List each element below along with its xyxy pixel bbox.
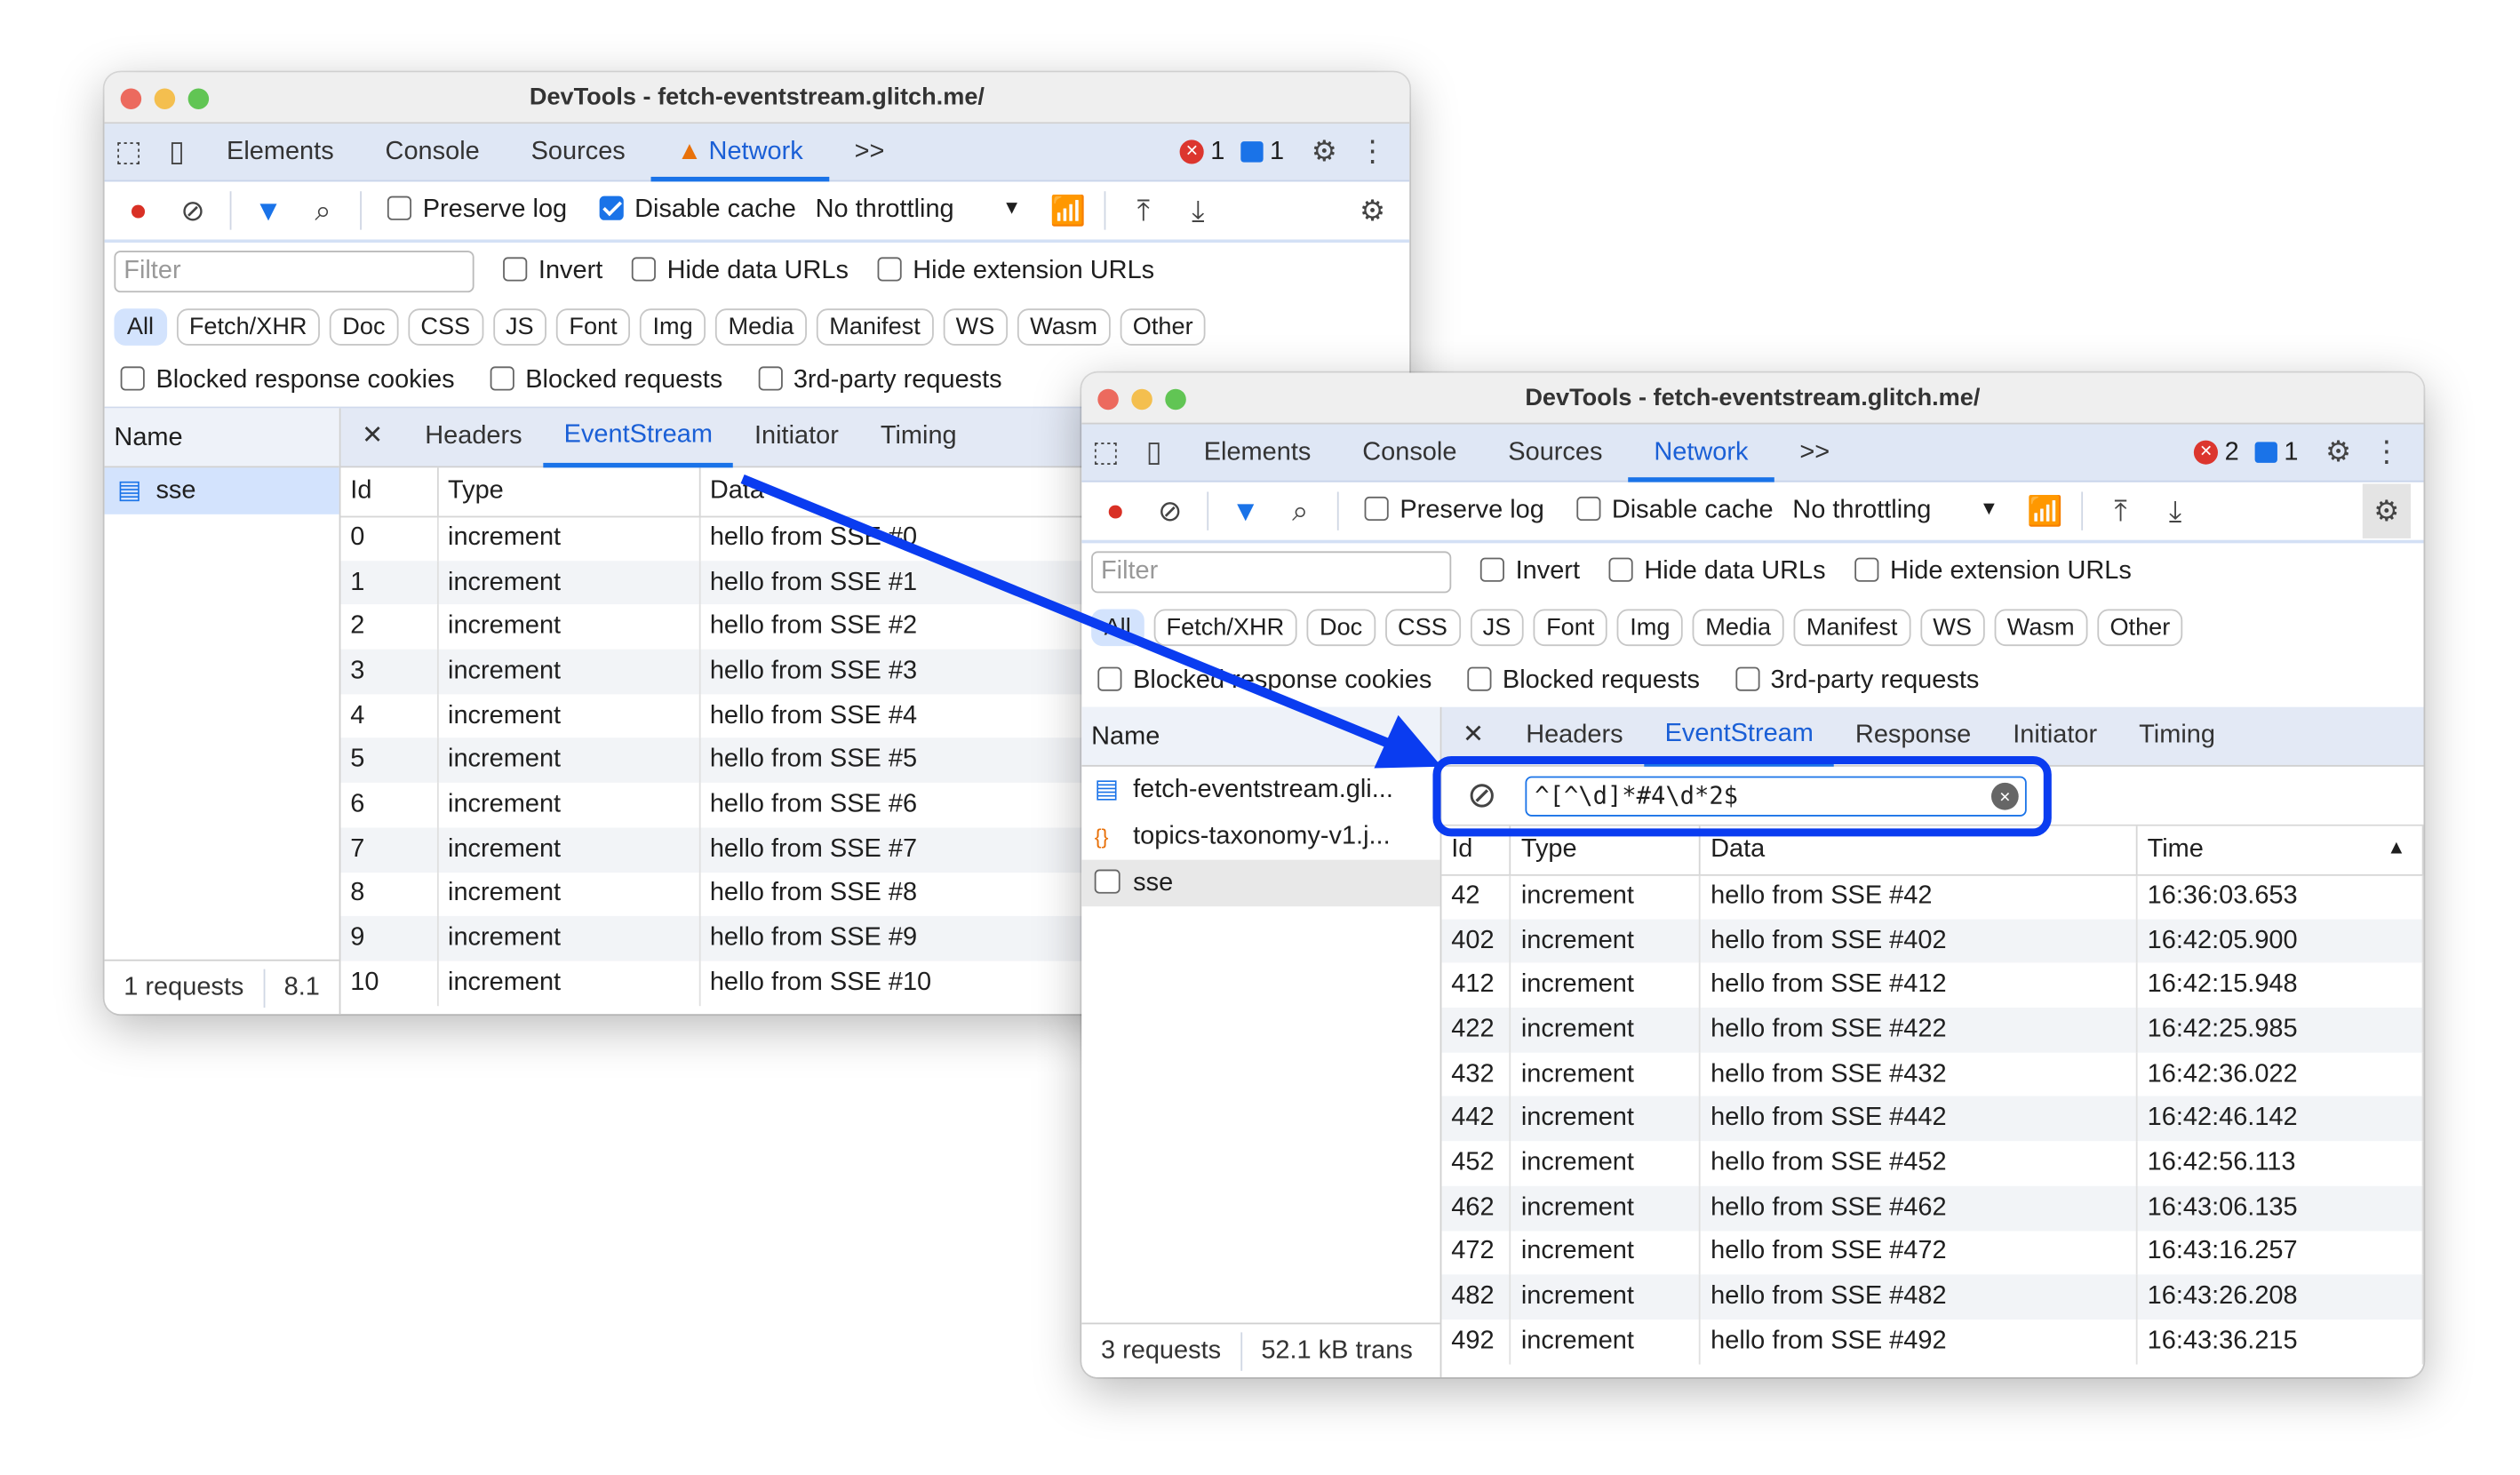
filter-highlight xyxy=(1432,755,2052,837)
arrow-line xyxy=(740,474,1400,753)
annotation-arrow xyxy=(740,474,2052,837)
stage: DevTools - fetch-eventstream.glitch.me/⬚… xyxy=(0,0,2520,1475)
